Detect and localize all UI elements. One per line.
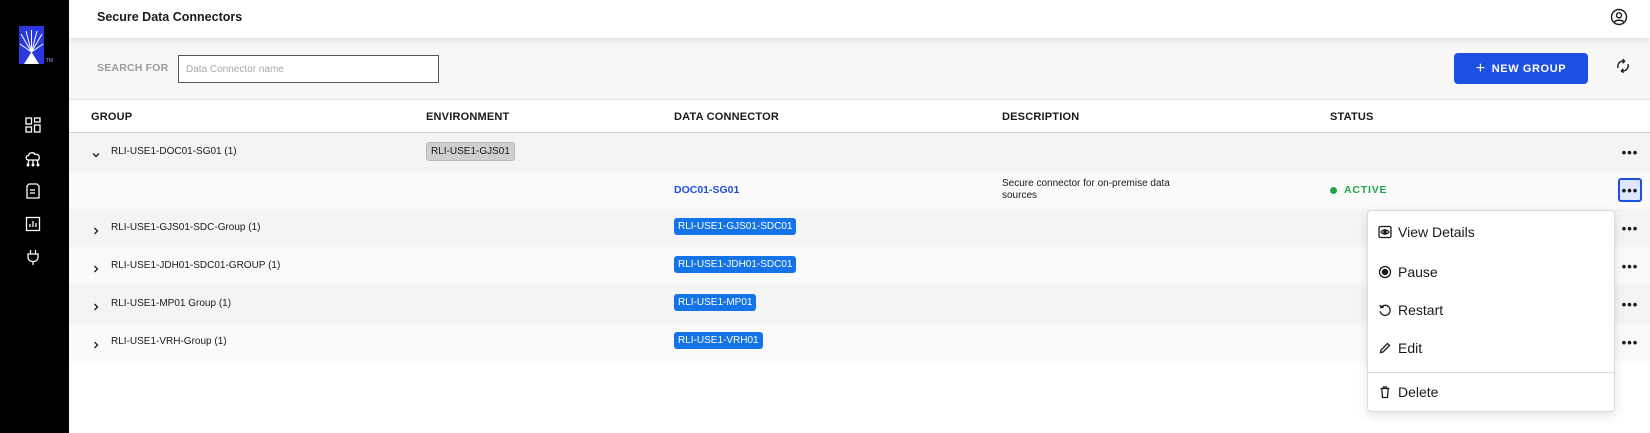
- cloud-network-icon[interactable]: [24, 149, 42, 167]
- refresh-icon[interactable]: [1614, 57, 1632, 75]
- row-actions-menu: View Details Pause Restart Edit Delete: [1367, 210, 1615, 412]
- column-header-data-connector[interactable]: DATA CONNECTOR: [674, 111, 779, 123]
- table-header: GROUP ENVIRONMENT DATA CONNECTOR DESCRIP…: [69, 100, 1650, 133]
- chevron-right-icon[interactable]: [91, 261, 101, 273]
- app: TM Secure Data Connectors SEARCH FOR Dat…: [0, 0, 1650, 433]
- data-connector-chip[interactable]: RLI-USE1-JDH01-SDC01: [674, 256, 797, 273]
- data-connector-chip[interactable]: RLI-USE1-MP01: [674, 294, 757, 311]
- table-row[interactable]: DOC01-SG01 Secure connector for on-premi…: [69, 171, 1650, 209]
- column-header-group[interactable]: GROUP: [91, 111, 132, 123]
- menu-item-label: View Details: [1398, 224, 1475, 240]
- top-header: Secure Data Connectors: [69, 0, 1650, 38]
- column-header-description[interactable]: DESCRIPTION: [1002, 111, 1079, 123]
- user-profile-icon[interactable]: [1610, 8, 1628, 26]
- menu-item-restart[interactable]: Restart: [1368, 291, 1614, 329]
- menu-item-edit[interactable]: Edit: [1368, 329, 1614, 367]
- menu-item-label: Pause: [1398, 264, 1438, 280]
- reports-icon[interactable]: [24, 215, 42, 233]
- chevron-right-icon[interactable]: [91, 223, 101, 235]
- new-group-label: NEW GROUP: [1491, 62, 1567, 75]
- menu-item-delete[interactable]: Delete: [1368, 373, 1614, 411]
- row-actions-button[interactable]: •••: [1618, 292, 1642, 316]
- column-header-environment[interactable]: ENVIRONMENT: [426, 111, 509, 123]
- group-name: RLI-USE1-MP01 Group (1): [111, 298, 232, 309]
- search-input[interactable]: [178, 55, 439, 83]
- group-name: RLI-USE1-VRH-Group (1): [111, 336, 227, 347]
- row-actions-button[interactable]: •••: [1618, 140, 1642, 164]
- data-connector-chip[interactable]: RLI-USE1-VRH01: [674, 332, 763, 349]
- plug-icon[interactable]: [24, 248, 42, 266]
- search-label: SEARCH FOR: [97, 62, 169, 74]
- menu-item-label: Edit: [1398, 340, 1423, 356]
- sidebar: TM: [0, 0, 69, 433]
- storage-icon[interactable]: [24, 182, 42, 200]
- data-connector-link[interactable]: DOC01-SG01: [674, 184, 739, 196]
- status-dot-icon: [1330, 186, 1337, 194]
- status-badge: ACTIVE: [1330, 184, 1387, 196]
- chevron-down-icon[interactable]: [91, 147, 101, 158]
- data-connector-chip[interactable]: RLI-USE1-GJS01-SDC01: [674, 218, 797, 235]
- row-actions-button[interactable]: •••: [1618, 216, 1642, 240]
- trademark-mark: TM: [46, 58, 54, 64]
- row-actions-button[interactable]: •••: [1618, 254, 1642, 278]
- group-name: RLI-USE1-JDH01-SDC01-GROUP (1): [111, 260, 281, 271]
- dashboard-icon[interactable]: [24, 116, 42, 134]
- connector-description: Secure connector for on-premise data sou…: [1002, 178, 1170, 201]
- column-header-status[interactable]: STATUS: [1330, 111, 1374, 123]
- group-name: RLI-USE1-GJS01-SDC-Group (1): [111, 222, 261, 233]
- toolbar: SEARCH FOR + NEW GROUP: [69, 38, 1650, 100]
- chevron-right-icon[interactable]: [91, 299, 101, 311]
- eye-icon: [1378, 225, 1392, 239]
- pencil-icon: [1378, 341, 1392, 355]
- new-group-button[interactable]: + NEW GROUP: [1454, 53, 1588, 84]
- menu-item-label: Delete: [1398, 384, 1439, 400]
- brand-logo[interactable]: [19, 26, 44, 64]
- menu-item-view-details[interactable]: View Details: [1368, 213, 1614, 251]
- page-title: Secure Data Connectors: [97, 10, 243, 24]
- restart-icon: [1378, 303, 1392, 317]
- pause-icon: [1378, 265, 1392, 279]
- chevron-right-icon[interactable]: [91, 337, 101, 349]
- menu-item-label: Restart: [1398, 302, 1444, 318]
- environment-chip: RLI-USE1-GJS01: [426, 142, 515, 161]
- row-actions-button[interactable]: •••: [1618, 330, 1642, 354]
- table-row[interactable]: RLI-USE1-DOC01-SG01 (1) RLI-USE1-GJS01 •…: [69, 133, 1650, 171]
- row-actions-button[interactable]: •••: [1618, 178, 1642, 202]
- trash-icon: [1378, 385, 1392, 399]
- status-label: ACTIVE: [1344, 184, 1388, 196]
- menu-item-pause[interactable]: Pause: [1368, 253, 1614, 291]
- group-name: RLI-USE1-DOC01-SG01 (1): [111, 146, 237, 157]
- plus-icon: +: [1475, 59, 1486, 77]
